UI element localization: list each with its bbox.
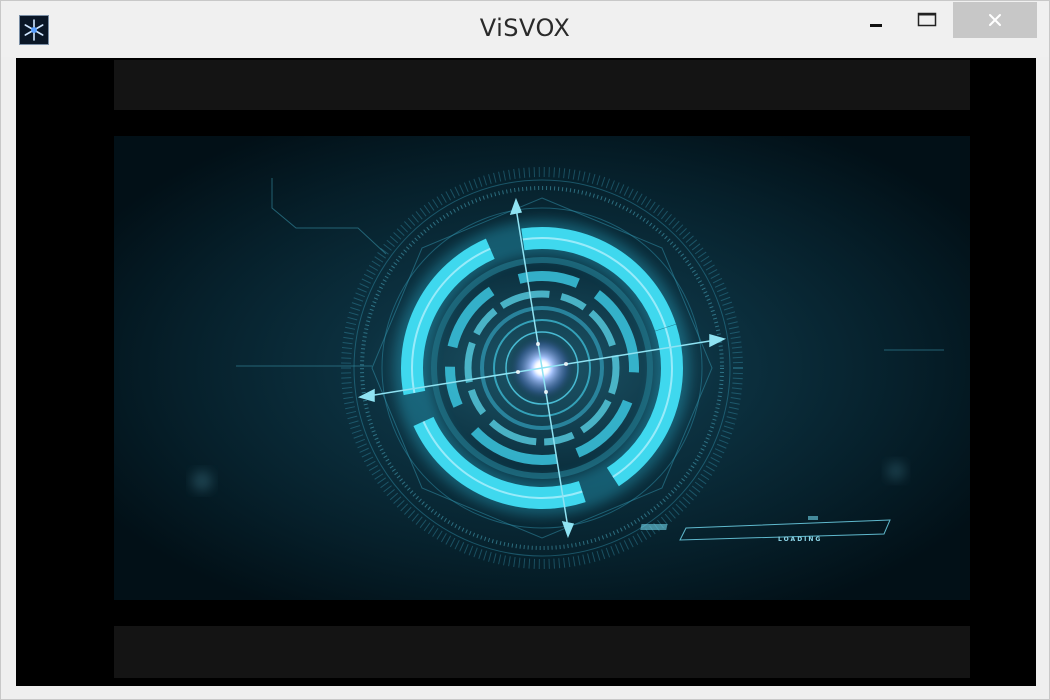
video-content-area[interactable]: LOADING xyxy=(16,58,1036,686)
minimize-button[interactable] xyxy=(857,2,895,38)
hud-graphic xyxy=(114,136,970,600)
maximize-button[interactable] xyxy=(907,2,947,38)
video-frame[interactable]: LOADING xyxy=(114,136,970,600)
close-icon xyxy=(989,14,1001,26)
title-bar[interactable]: ViSVOX xyxy=(1,1,1049,57)
app-window: ViSVOX LOADING xyxy=(0,0,1050,700)
loading-status-text: LOADING xyxy=(778,536,823,543)
letterbox-top xyxy=(114,60,970,110)
maximize-icon xyxy=(917,12,937,27)
close-button[interactable] xyxy=(953,2,1037,38)
letterbox-bottom xyxy=(114,626,970,678)
minimize-icon xyxy=(870,24,882,27)
